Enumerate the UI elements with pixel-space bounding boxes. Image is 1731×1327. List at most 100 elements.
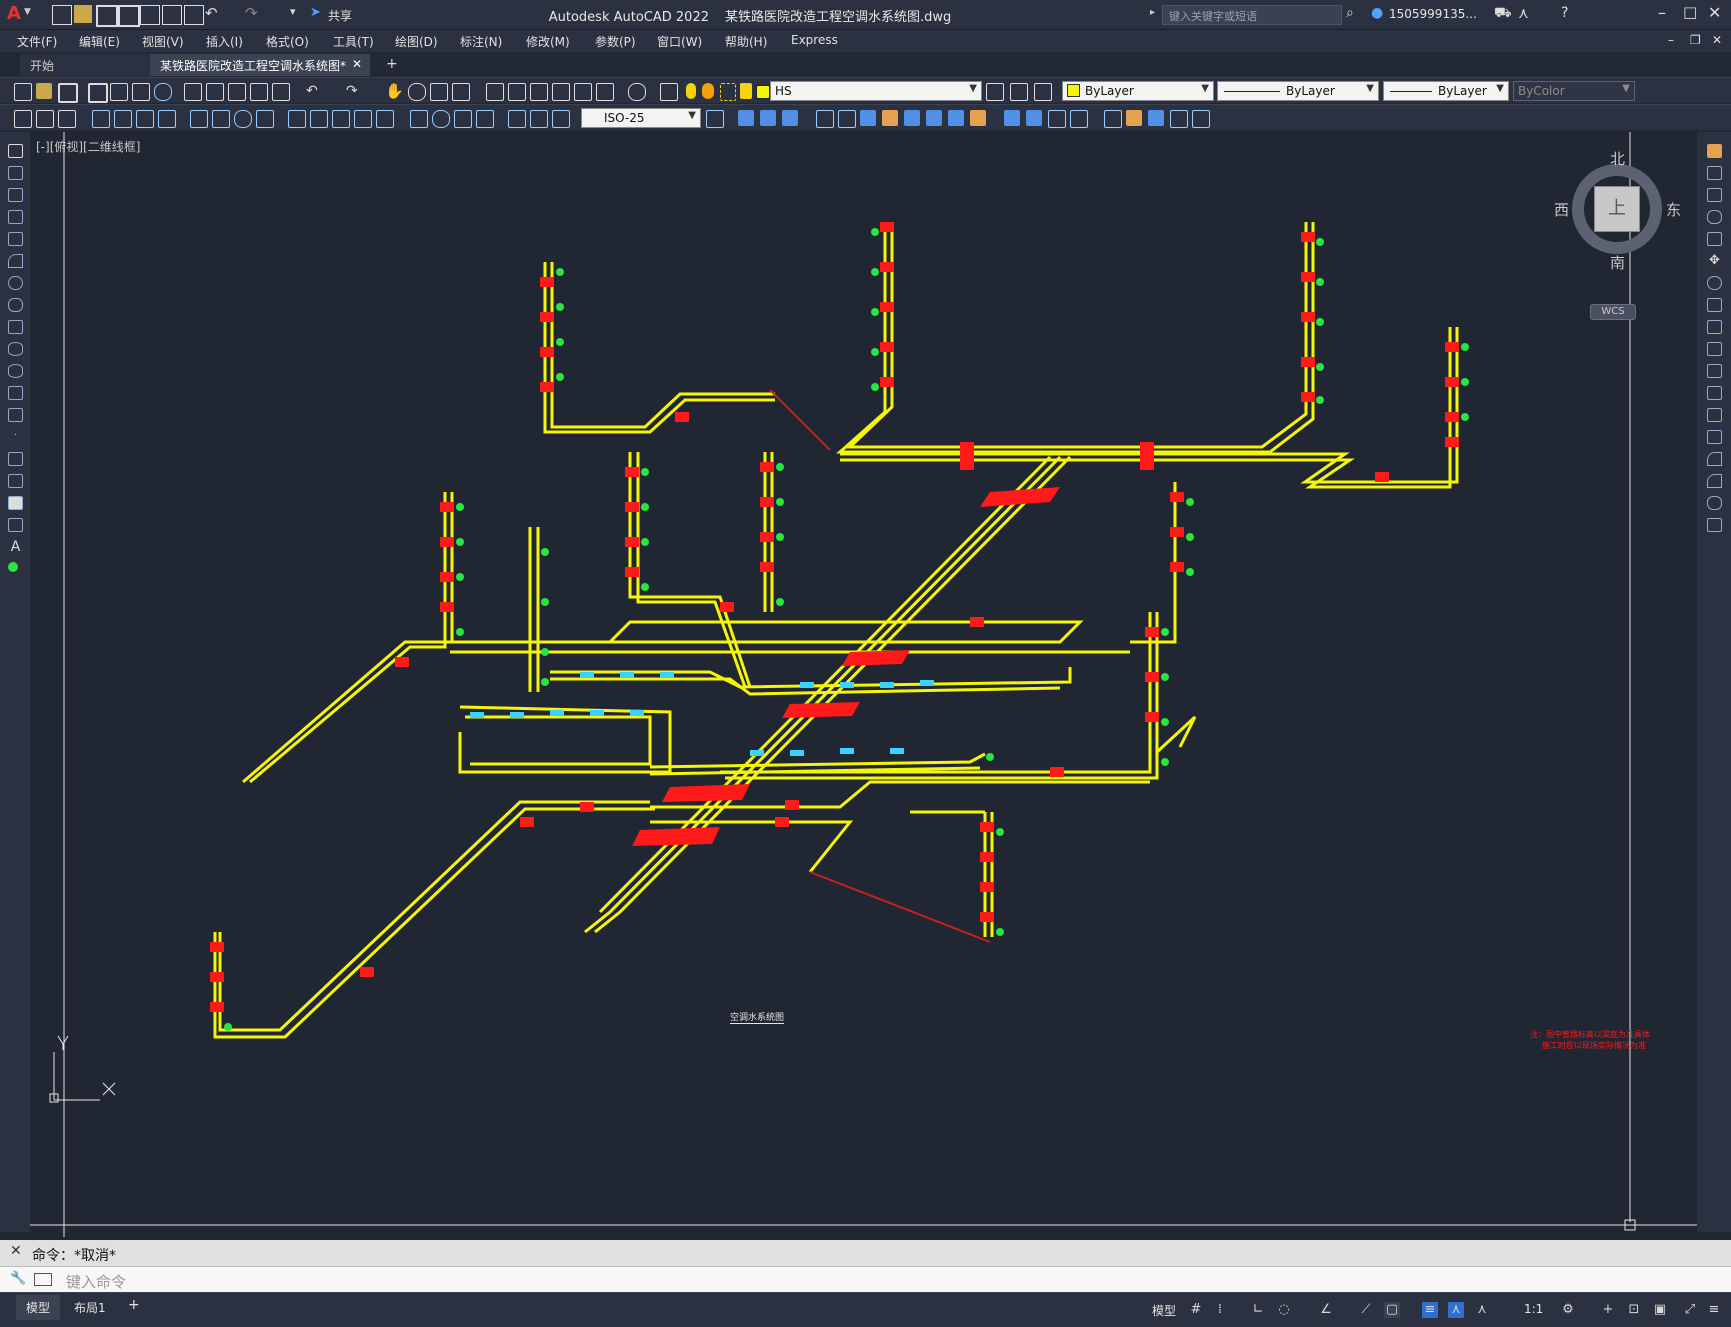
aligned-dim-icon[interactable] [114,110,132,128]
blend-curves-icon[interactable] [1707,496,1722,510]
tab-layout1[interactable]: 布局1 [74,1299,106,1316]
materials-icon[interactable] [1126,110,1142,126]
customization-menu-icon[interactable]: ≡ [1706,1302,1722,1318]
radius-dim-icon[interactable] [190,110,208,128]
menu-modify[interactable]: 修改(M) [526,33,570,50]
linear-dim-icon[interactable] [92,110,110,128]
drawing-canvas[interactable]: [-][俯视][二维线框] 空调水系统图 注：图中管路标高以梁底为准具体 施工时… [30,132,1697,1237]
compass-east[interactable]: 东 [1666,199,1681,220]
table-style-icon[interactable] [58,110,76,128]
fillet-icon[interactable] [1707,474,1722,488]
share-button[interactable]: 共享 [328,7,352,24]
maximize-icon[interactable]: □ [1683,3,1697,21]
subtract-icon[interactable] [782,110,798,126]
markup-icon[interactable] [574,83,592,101]
dim-text-edit-icon[interactable] [530,110,548,128]
ellipse-arc-icon[interactable] [8,364,23,378]
add-selected-icon[interactable] [8,562,18,572]
publish-icon[interactable] [132,83,150,101]
plot-preview-icon[interactable] [110,83,128,101]
compass-south[interactable]: 南 [1610,252,1625,273]
ucs-3point-icon[interactable] [970,110,986,126]
solid-wedge-icon[interactable] [1026,110,1042,126]
copy-icon[interactable] [206,83,224,101]
move-icon[interactable]: ✥ [1707,254,1722,268]
extend-icon[interactable] [1707,364,1722,378]
menu-edit[interactable]: 编辑(E) [79,33,120,50]
paste-icon[interactable] [228,83,246,101]
grid-icon[interactable]: # [1188,1302,1204,1318]
viewcube-top-face[interactable]: 上 [1594,186,1640,232]
region-icon[interactable] [738,110,754,126]
layer-state-icon[interactable] [1034,83,1052,101]
save-web-icon[interactable] [162,5,182,25]
print-icon[interactable] [88,83,108,103]
baseline-dim-icon[interactable] [310,110,328,128]
save-icon[interactable] [96,5,118,27]
close-icon[interactable]: ✕ [1708,3,1721,22]
polar-icon[interactable]: ◌ [1276,1302,1292,1318]
revolve-icon[interactable] [1070,110,1088,128]
spline-icon[interactable] [8,320,23,334]
render-icon[interactable] [1104,110,1122,128]
ucs-world-icon[interactable] [838,110,856,128]
draw-table-icon[interactable] [8,518,23,532]
open-file-icon[interactable] [36,83,52,99]
menu-help[interactable]: 帮助(H) [725,33,767,50]
isodraft-icon[interactable]: ⟋ [1358,1302,1374,1318]
offset-icon[interactable] [1707,210,1722,224]
make-current-icon[interactable] [986,83,1004,101]
ortho-icon[interactable]: ∟ [1250,1302,1266,1318]
annotation-visibility-icon[interactable]: ⋏ [1448,1302,1464,1318]
menu-tools[interactable]: 工具(T) [333,33,374,50]
annotation-monitor-icon[interactable]: + [1600,1302,1616,1318]
layer-dropdown[interactable]: HS ▼ [770,81,982,101]
toolbar-undo-icon[interactable]: ↶ [306,83,318,99]
undo-icon[interactable]: ↶ [205,4,218,22]
help-icon[interactable]: ? [1561,5,1568,21]
line-icon[interactable] [8,144,23,158]
tool-palettes-icon[interactable] [530,83,548,101]
command-close-icon[interactable]: ✕ [10,1243,22,1259]
app-menu-chevron-icon[interactable]: ▼ [24,7,31,17]
rectangle-icon[interactable] [8,232,23,246]
lineweight-icon[interactable]: ≡ [1422,1302,1438,1318]
zoom-window-icon[interactable] [430,83,448,101]
dimstyle-dropdown[interactable]: ISO-25 ▼ [581,108,701,128]
ordinate-dim-icon[interactable] [158,110,176,128]
quick-dim-icon[interactable] [288,110,306,128]
new-tab-icon[interactable]: + [386,56,398,72]
doc-restore-icon[interactable]: ❐ [1690,33,1701,47]
wcs-menu[interactable]: WCS [1590,304,1636,320]
quickcalc-icon[interactable] [596,83,614,101]
union-icon[interactable] [760,110,776,126]
minimize-icon[interactable]: – [1658,3,1666,22]
tolerance-icon[interactable] [410,110,428,128]
command-customize-icon[interactable]: 🔧 [10,1271,26,1286]
menu-window[interactable]: 窗口(W) [657,33,702,50]
hatch-icon[interactable] [8,452,23,466]
linetype-dropdown[interactable]: ByLayer ▼ [1217,81,1379,101]
menu-view[interactable]: 视图(V) [142,33,184,50]
plotstyle-dropdown[interactable]: ByColor ▼ [1513,81,1635,101]
extrude-icon[interactable] [1048,110,1066,128]
expand-search-icon[interactable]: ▸ [1150,7,1155,18]
command-input[interactable]: 键入命令 [66,1271,126,1292]
mirror-icon[interactable] [1707,188,1722,202]
lineweight-dropdown[interactable]: ByLayer ▼ [1383,81,1509,101]
region-draw-icon[interactable] [8,496,23,510]
hardware-acceleration-icon[interactable]: ▣ [1652,1302,1668,1318]
stretch-icon[interactable] [1707,320,1722,334]
jogged-dim-icon[interactable] [212,110,230,128]
continue-dim-icon[interactable] [332,110,350,128]
clean-screen-icon[interactable]: ⤢ [1682,1302,1698,1318]
layer-previous-icon[interactable] [1010,83,1028,101]
design-center-icon[interactable] [508,83,526,101]
3d-print-icon[interactable] [154,83,172,101]
break-icon[interactable] [1707,408,1722,422]
compass-west[interactable]: 西 [1554,199,1569,220]
doc-minimize-icon[interactable]: – [1668,33,1674,47]
table-icon[interactable] [14,110,32,128]
break-at-point-icon[interactable] [1707,386,1722,400]
command-line[interactable]: 🔧 键入命令 [0,1266,1731,1292]
